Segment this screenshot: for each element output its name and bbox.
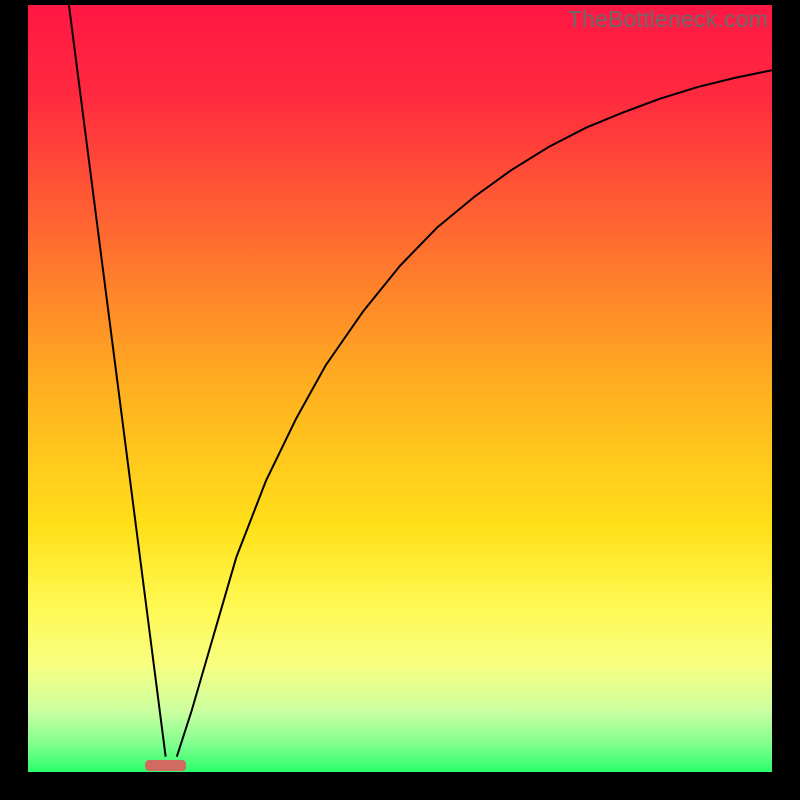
chart-frame [28,5,772,772]
baseline-marker [145,760,186,771]
chart-svg [28,5,772,772]
chart-background [28,5,772,772]
watermark-text: TheBottleneck.com [568,6,768,33]
